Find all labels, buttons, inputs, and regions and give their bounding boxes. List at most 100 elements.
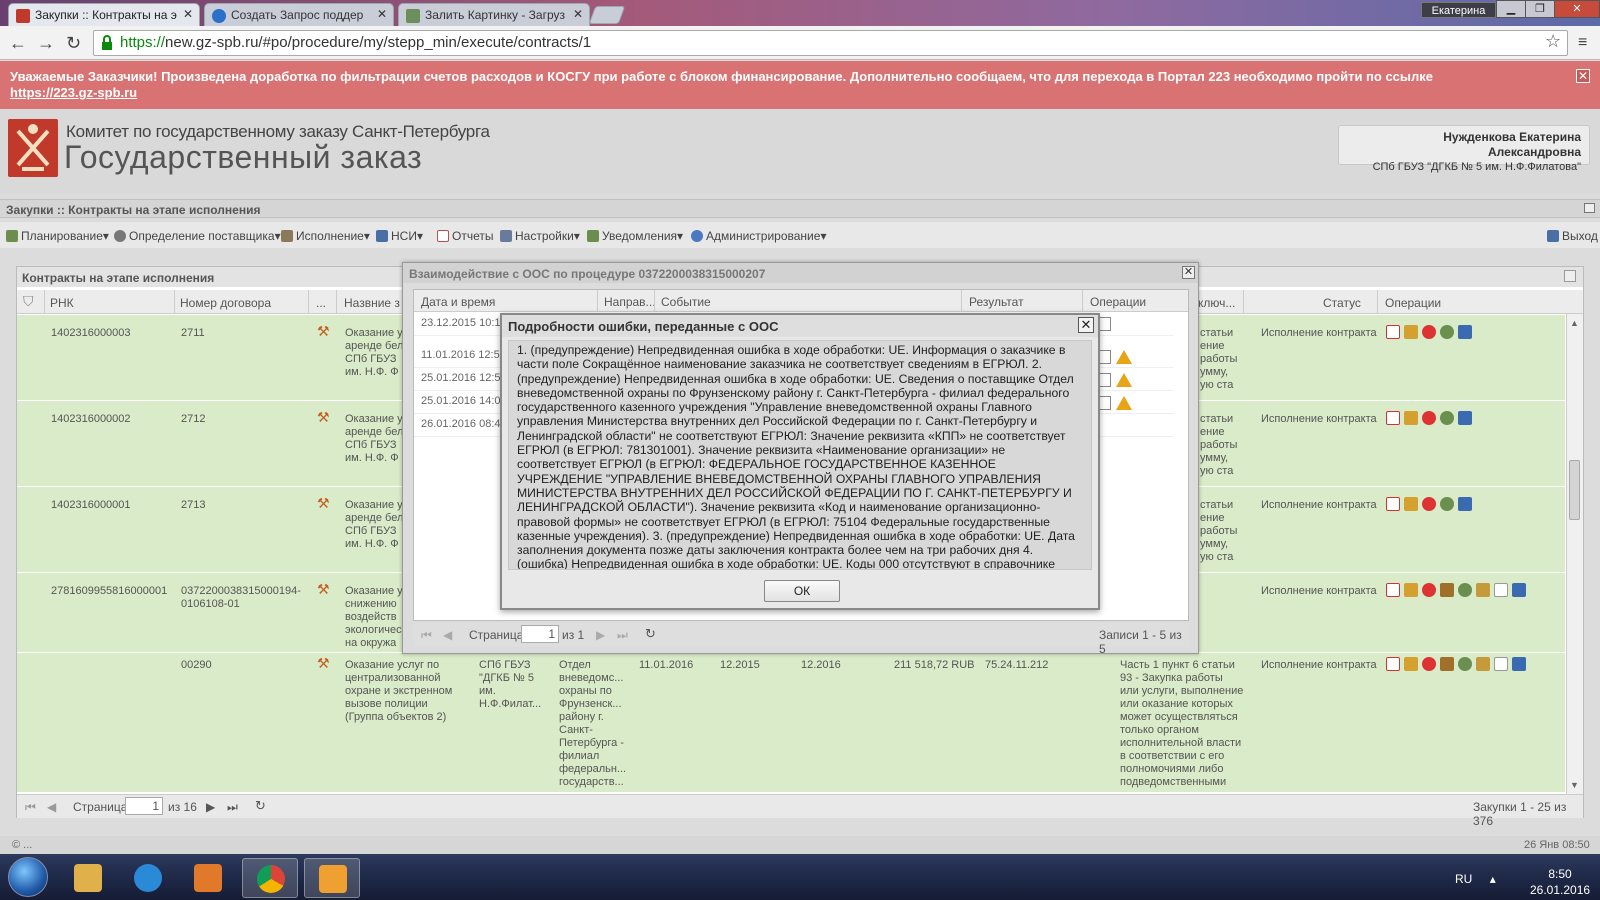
first-page-icon[interactable]: ⏮ <box>421 628 432 643</box>
edit-icon[interactable] <box>1404 583 1418 597</box>
edit-icon[interactable] <box>1404 411 1418 425</box>
row-operations[interactable] <box>1386 657 1566 671</box>
col-operations[interactable]: Операции <box>1385 296 1441 310</box>
stop-icon[interactable] <box>1422 657 1436 671</box>
reload-icon[interactable]: ↻ <box>66 33 81 54</box>
eagle-icon[interactable] <box>1440 583 1454 597</box>
logout-button[interactable]: Выход <box>1547 229 1598 243</box>
document-icon[interactable] <box>1386 325 1400 339</box>
menu-supplier-selection[interactable]: Определение поставщика▾ <box>114 229 281 243</box>
start-button[interactable] <box>8 857 48 897</box>
browser-tab-support[interactable]: Создать Запрос поддер ✕ <box>204 3 394 26</box>
eagle-icon[interactable] <box>1440 657 1454 671</box>
refresh-icon[interactable]: ↻ <box>255 798 266 814</box>
window-close-button[interactable]: ✕ <box>1554 0 1600 18</box>
tab-close-icon[interactable]: ✕ <box>183 7 193 21</box>
menu-reports[interactable]: Отчеты <box>437 229 493 243</box>
next-page-icon[interactable]: ▶ <box>596 628 605 642</box>
forward-arrow-icon[interactable]: → <box>37 33 55 54</box>
page-icon[interactable] <box>1494 583 1508 597</box>
taskbar-explorer[interactable] <box>60 858 116 898</box>
tray-arrow-icon[interactable]: ▴ <box>1490 872 1496 886</box>
document-icon[interactable] <box>1386 411 1400 425</box>
menu-notifications[interactable]: Уведомления▾ <box>587 229 683 243</box>
last-page-icon[interactable]: ⏭ <box>617 628 628 643</box>
chart-icon[interactable] <box>1458 411 1472 425</box>
menu-administration[interactable]: Администрирование▾ <box>691 229 826 243</box>
menu-planning[interactable]: Планирование▾ <box>6 229 109 243</box>
col-rnk[interactable]: РНК <box>50 296 74 310</box>
bookmark-star-icon[interactable]: ☆ <box>1545 31 1561 52</box>
error-dialog-close-icon[interactable]: ✕ <box>1078 317 1094 333</box>
tab-close-icon[interactable]: ✕ <box>573 7 583 21</box>
chart-icon[interactable] <box>1458 325 1472 339</box>
refresh-grid-icon[interactable] <box>1564 270 1576 282</box>
page-icon[interactable] <box>1494 657 1508 671</box>
maximize-button[interactable]: ❐ <box>1525 0 1555 18</box>
back-arrow-icon[interactable]: ← <box>9 33 27 54</box>
address-bar[interactable]: https://new.gz-spb.ru/#po/procedure/my/s… <box>93 30 1568 56</box>
gear-icon[interactable] <box>1440 497 1454 511</box>
language-indicator[interactable]: RU ▴ <box>1455 872 1496 886</box>
taskbar-outlook[interactable] <box>304 858 360 898</box>
scroll-up-icon[interactable]: ▲ <box>1570 318 1579 328</box>
col-contract-number[interactable]: Номер договора <box>180 296 271 310</box>
gear-icon[interactable] <box>1458 583 1472 597</box>
edit-icon[interactable] <box>1404 497 1418 511</box>
taskbar-chrome[interactable] <box>242 858 298 898</box>
portal-223-link[interactable]: https://223.gz-spb.ru <box>10 85 137 100</box>
warning-icon[interactable] <box>1116 350 1132 367</box>
document-icon[interactable] <box>1386 497 1400 511</box>
refresh-icon[interactable]: ↻ <box>645 626 656 642</box>
stop-icon[interactable] <box>1422 325 1436 339</box>
chart-icon[interactable] <box>1458 497 1472 511</box>
ok-button[interactable]: ОК <box>764 580 840 602</box>
col-more[interactable]: ... <box>316 296 326 310</box>
edit-icon[interactable] <box>1404 657 1418 671</box>
filter-icon[interactable]: ⛉ <box>23 293 34 310</box>
browser-tab-upload[interactable]: Залить Картинку - Загруз ✕ <box>398 3 590 26</box>
system-clock[interactable]: 8:50 26.01.2016 <box>1530 866 1590 898</box>
prev-page-icon[interactable]: ◀ <box>47 800 56 814</box>
col-name[interactable]: Назвние з <box>344 296 400 310</box>
chart-icon[interactable] <box>1512 583 1526 597</box>
col-status[interactable]: Статус <box>1323 296 1361 310</box>
edit-icon[interactable] <box>1404 325 1418 339</box>
warning-icon[interactable] <box>1116 396 1132 413</box>
document-icon[interactable] <box>1386 583 1400 597</box>
page-number-input[interactable]: 1 <box>521 625 559 643</box>
prev-page-icon[interactable]: ◀ <box>443 628 452 642</box>
scroll-icon[interactable] <box>1476 583 1490 597</box>
next-page-icon[interactable]: ▶ <box>206 800 215 814</box>
gear-icon[interactable] <box>1440 325 1454 339</box>
gear-icon[interactable] <box>1440 411 1454 425</box>
tab-close-icon[interactable]: ✕ <box>377 7 387 21</box>
taskbar-ie[interactable] <box>120 858 176 898</box>
row-operations[interactable] <box>1386 411 1536 425</box>
chart-icon[interactable] <box>1512 657 1526 671</box>
menu-nsi[interactable]: НСИ▾ <box>376 229 423 243</box>
scroll-icon[interactable] <box>1476 657 1490 671</box>
minimize-button[interactable]: ▁ <box>1496 0 1526 18</box>
menu-execution[interactable]: Исполнение▾ <box>281 229 370 243</box>
browser-user-badge[interactable]: Екатерина <box>1421 2 1496 18</box>
user-info-box[interactable]: Нужденкова Екатерина Александровна СПб Г… <box>1338 125 1590 173</box>
first-page-icon[interactable]: ⏮ <box>25 800 36 815</box>
stop-icon[interactable] <box>1422 497 1436 511</box>
stop-icon[interactable] <box>1422 583 1436 597</box>
col-reason[interactable]: ключ... <box>1198 296 1235 310</box>
row-operations[interactable] <box>1386 325 1536 339</box>
taskbar-media[interactable] <box>180 858 236 898</box>
browser-tab-contracts[interactable]: Закупки :: Контракты на э ✕ <box>8 3 200 26</box>
menu-settings[interactable]: Настройки▾ <box>500 229 580 243</box>
row-operations[interactable] <box>1386 583 1566 597</box>
scrollbar-thumb[interactable] <box>1569 460 1580 520</box>
scroll-down-icon[interactable]: ▼ <box>1570 780 1579 790</box>
browser-menu-icon[interactable]: ≡ <box>1578 34 1587 52</box>
grid-vertical-scrollbar[interactable] <box>1566 314 1583 794</box>
collapse-panel-button[interactable] <box>1584 203 1595 213</box>
oos-dialog-close-icon[interactable]: ✕ <box>1182 266 1195 279</box>
page-number-input[interactable]: 1 <box>125 797 163 815</box>
gear-icon[interactable] <box>1458 657 1472 671</box>
document-icon[interactable] <box>1386 657 1400 671</box>
